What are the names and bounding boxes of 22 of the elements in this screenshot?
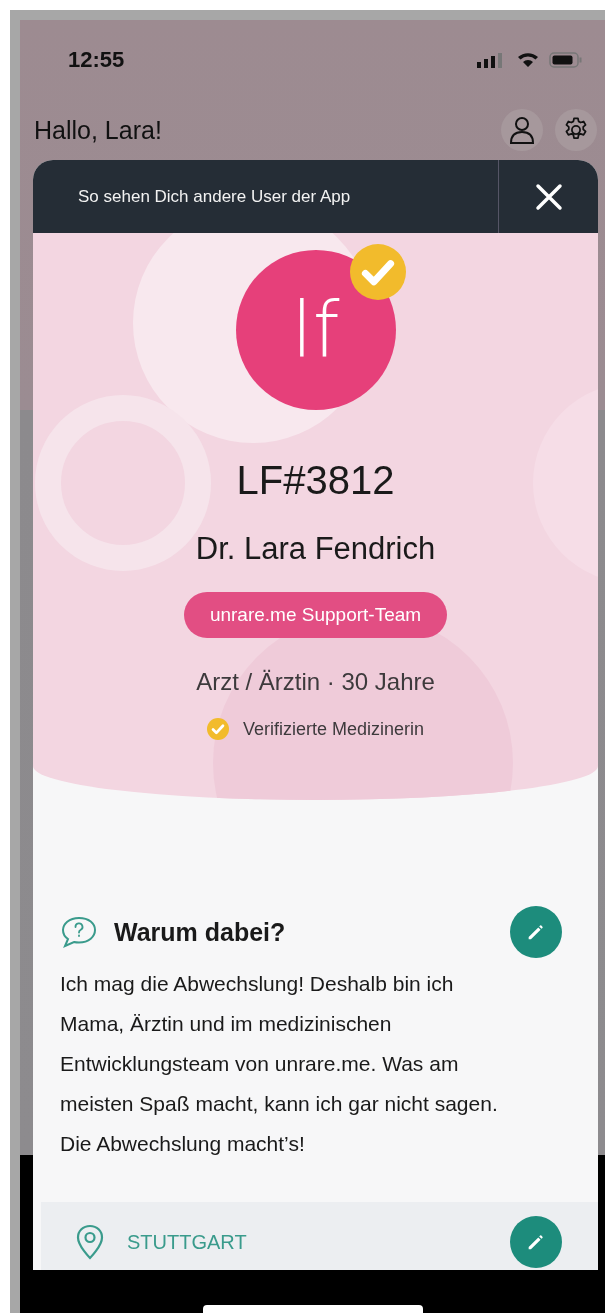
user-details: Arzt / Ärztin · 30 Jahre	[196, 668, 435, 696]
user-name: Dr. Lara Fendrich	[195, 531, 436, 567]
section-title: Warum dabei?	[114, 917, 287, 947]
battery-icon	[549, 52, 583, 68]
check-icon	[206, 718, 229, 740]
edit-button[interactable]	[510, 1216, 562, 1268]
team-badge: unrare.me Support-Team	[183, 592, 448, 638]
person-icon	[509, 116, 535, 144]
edit-button[interactable]	[510, 906, 562, 958]
user-handle: LF#3812	[236, 458, 395, 503]
verification-label: Verifizierte Medizinerin	[242, 718, 425, 740]
section-text: Ich mag die Abwechslung! Deshalb bin ich Mama, Ärztin und im medizinischen Entwicklungsteam von unrare.me. Was am meisten Spaß macht, kann ich gar nicht sagen. Die Abwechslung macht’s!	[60, 971, 499, 1157]
settings-button[interactable]	[555, 109, 597, 151]
status-time: 12:55	[68, 47, 126, 73]
wifi-icon	[517, 52, 539, 68]
profile-button[interactable]	[501, 109, 543, 151]
modal-title: So sehen Dich andere User der App	[77, 186, 352, 207]
greeting: Hallo, Lara!	[34, 115, 163, 145]
location-pin-icon	[75, 1224, 105, 1260]
question-bubble-icon	[60, 915, 98, 949]
location-text: STUTTGART	[127, 1230, 248, 1254]
close-icon	[533, 181, 564, 212]
